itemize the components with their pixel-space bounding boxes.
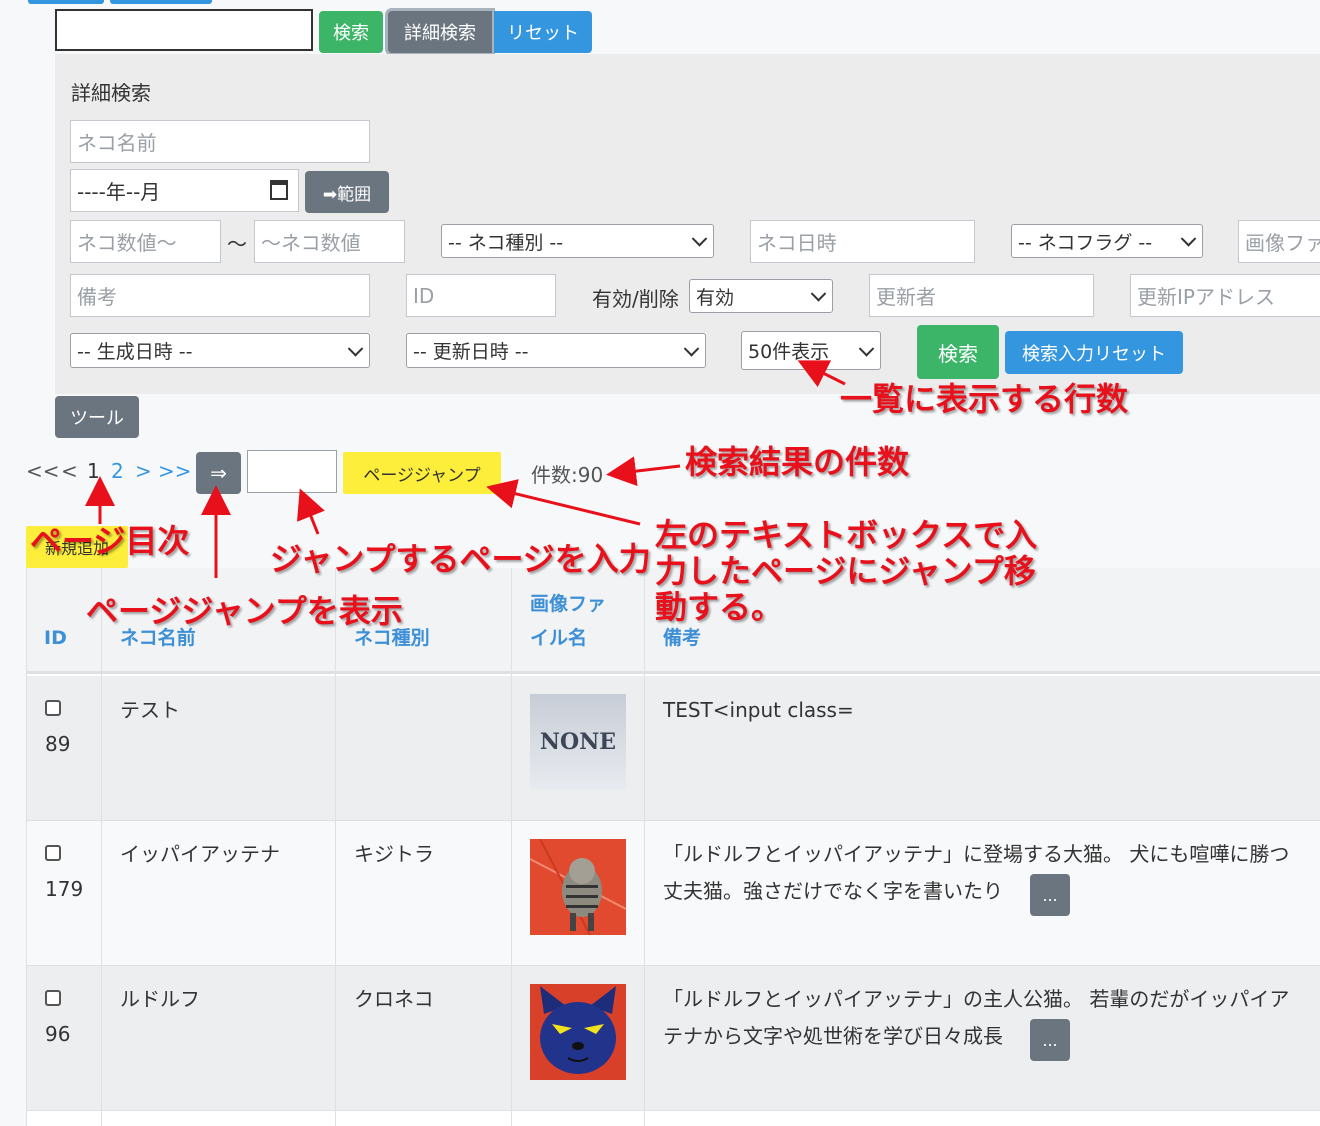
annotation-rows-per-page: 一覧に表示する行数 bbox=[840, 380, 1129, 418]
annotation-show-jump: ページジャンプを表示 bbox=[86, 592, 403, 630]
annotation-jump-desc-3: 動する。 bbox=[655, 588, 784, 626]
annotation-page-index: ページ目次 bbox=[30, 522, 190, 560]
annotation-jump-input: ジャンプするページを入力 bbox=[270, 540, 651, 578]
annotation-jump-desc-1: 左のテキストボックスで入 bbox=[655, 516, 1038, 554]
annotation-jump-desc-2: 力したページにジャンプ移 bbox=[655, 552, 1036, 590]
annotation-result-count: 検索結果の件数 bbox=[685, 443, 910, 481]
